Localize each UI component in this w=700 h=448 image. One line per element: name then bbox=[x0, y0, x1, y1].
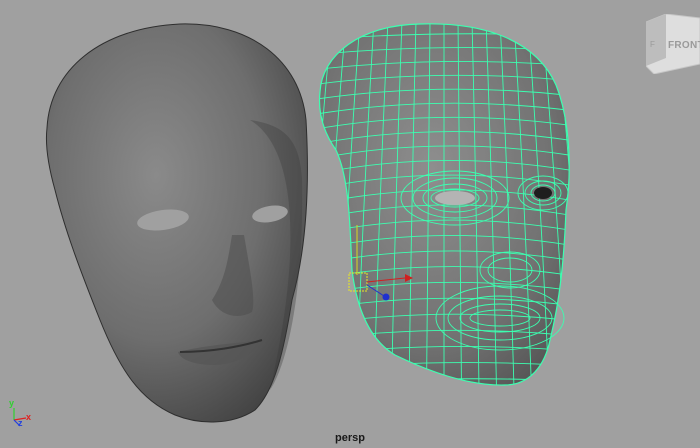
axis-gizmo: y x z bbox=[4, 398, 44, 430]
svg-text:F: F bbox=[650, 40, 655, 49]
camera-name-label: persp bbox=[335, 432, 365, 444]
wireframe-head-mesh[interactable] bbox=[286, 20, 584, 392]
shaded-head-mesh[interactable] bbox=[45, 23, 308, 423]
axis-z-label: z bbox=[18, 418, 23, 428]
3d-viewport[interactable]: F FRONT y x z persp bbox=[0, 0, 700, 448]
view-cube-face-label[interactable]: FRONT bbox=[668, 40, 700, 51]
axis-x-label: x bbox=[26, 412, 32, 422]
axis-y-label: y bbox=[9, 398, 15, 408]
viewport-scene[interactable] bbox=[0, 0, 700, 448]
